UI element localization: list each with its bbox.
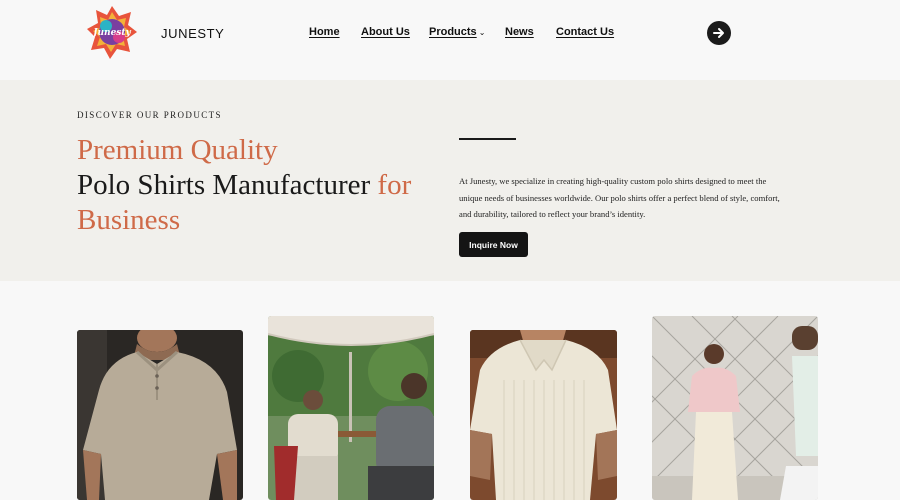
logo-wordmark: Junesty (91, 28, 131, 38)
hero-headline: Premium Quality Polo Shirts Manufacturer… (77, 133, 457, 238)
nav-products[interactable]: Products ⌄ (429, 26, 485, 38)
hero-divider (459, 138, 516, 140)
nav-home[interactable]: Home (309, 26, 340, 38)
product-image-cafe-scene (268, 316, 434, 500)
inquire-now-button[interactable]: Inquire Now (459, 232, 528, 257)
product-image-pink-polo-fence (652, 316, 818, 500)
hero-description: At Junesty, we specialize in creating hi… (459, 176, 780, 219)
nav-about-us[interactable]: About Us (361, 26, 410, 38)
headline-for: for (377, 169, 412, 201)
nav-contact-us[interactable]: Contact Us (556, 26, 614, 38)
hero-section: DISCOVER OUR PRODUCTS Premium Quality Po… (0, 80, 900, 281)
chevron-down-icon: ⌄ (478, 28, 486, 37)
headline-line-2: Polo Shirts Manufacturer (77, 169, 378, 201)
site-header: Junesty JUNESTY Home About Us Products ⌄ … (0, 0, 900, 80)
product-image-cream-knit-polo (470, 330, 617, 500)
arrow-right-circle-icon[interactable] (707, 21, 731, 45)
product-card-1[interactable] (77, 330, 243, 500)
brand-name[interactable]: JUNESTY (161, 26, 224, 41)
nav-products-label[interactable]: Products (429, 26, 477, 38)
product-image-beige-henley (77, 330, 243, 500)
junesty-logo[interactable]: Junesty (86, 4, 138, 60)
headline-line-3: Business (77, 204, 181, 236)
product-card-2[interactable] (268, 316, 434, 500)
hero-eyebrow: DISCOVER OUR PRODUCTS (77, 110, 222, 120)
headline-line-1: Premium Quality (77, 134, 278, 166)
product-card-3[interactable] (470, 330, 617, 500)
product-card-4[interactable] (652, 316, 818, 500)
nav-news[interactable]: News (505, 26, 534, 38)
